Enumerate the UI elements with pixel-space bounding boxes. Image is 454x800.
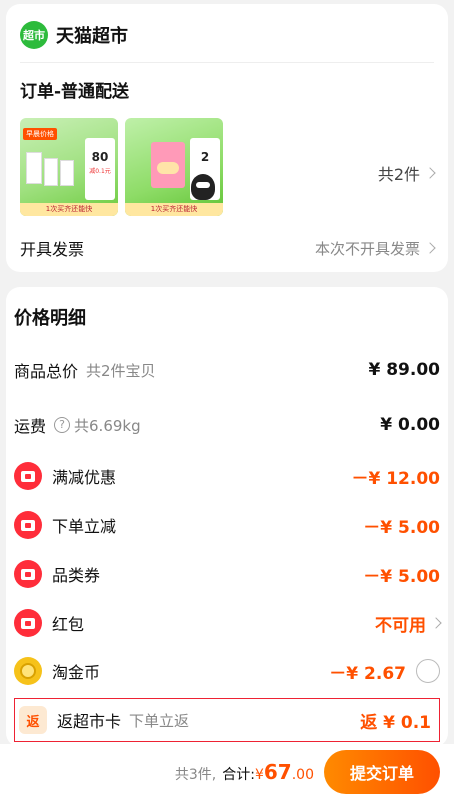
product-thumb-2[interactable]: 2 1次买齐还能快 — [125, 118, 223, 216]
taojinbi-radio[interactable] — [416, 659, 440, 683]
checkout-bar: 共3件, 合计: ¥ 67 .00 提交订单 — [0, 744, 454, 800]
store-header[interactable]: 超市 天猫超市 — [20, 20, 128, 50]
invoice-value-text: 本次不开具发票 — [314, 239, 420, 258]
supermarket-card-label: 返超市卡 — [57, 712, 122, 731]
total-label: 合计: — [222, 767, 255, 783]
total-count: 共3件, — [174, 767, 217, 783]
milk-box-icon — [26, 152, 42, 184]
goods-total-sub: 共2件宝贝 — [86, 361, 156, 380]
ticket-icon — [14, 462, 42, 490]
milk-box-icon — [60, 160, 74, 186]
product-tag: 早晨价格 — [23, 128, 57, 140]
promo-number: 80 — [91, 150, 109, 164]
total-summary: 共3件, 合计: ¥ 67 .00 — [175, 760, 314, 784]
promo-number: 2 — [200, 150, 210, 164]
supermarket-card-sub: 下单立返 — [129, 711, 190, 730]
instant-discount-label: 下单立减 — [52, 517, 117, 536]
red-packet-row[interactable]: 红包 不可用 — [14, 605, 442, 641]
tmall-supermarket-logo-icon: 超市 — [20, 21, 48, 49]
gold-coin-icon — [14, 657, 42, 685]
order-title: 订单-普通配送 — [20, 82, 130, 102]
full-discount-label: 满减优惠 — [52, 468, 117, 487]
total-amount-decimal: .00 — [291, 767, 314, 783]
product-thumbnails[interactable]: 早晨价格 80 减0.1元 1次买齐还能快 2 1次买齐还能快 — [20, 118, 223, 216]
snack-bag-icon — [151, 142, 185, 188]
item-count: 共2件 — [377, 165, 420, 184]
help-icon[interactable]: ? — [54, 417, 71, 433]
product-thumb-1[interactable]: 早晨价格 80 减0.1元 1次买齐还能快 — [20, 118, 118, 216]
full-discount-value: －¥ 12.00 — [351, 468, 440, 489]
coupon-icon — [14, 560, 42, 588]
chevron-right-icon — [424, 167, 436, 179]
invoice-label: 开具发票 — [20, 240, 85, 259]
chevron-right-icon — [430, 617, 442, 629]
category-coupon-row[interactable]: 品类券 －¥ 5.00 — [14, 556, 440, 592]
taojinbi-label: 淘金币 — [52, 663, 101, 682]
instant-discount-value: －¥ 5.00 — [363, 517, 440, 538]
cashback-icon: 返 — [19, 706, 47, 734]
red-packet-icon — [14, 609, 42, 637]
supermarket-card-value: 返 ¥ 0.1 — [360, 712, 431, 733]
price-detail-title: 价格明细 — [14, 308, 86, 329]
goods-total-value: ¥ 89.00 — [368, 360, 440, 380]
taojinbi-row[interactable]: 淘金币 －¥ 2.67 — [14, 653, 440, 689]
product-banner: 1次买齐还能快 — [125, 203, 223, 216]
promo-panel: 80 减0.1元 — [85, 138, 115, 200]
order-card: 超市 天猫超市 订单-普通配送 早晨价格 80 减0.1元 1次买齐还能快 2 … — [6, 4, 448, 272]
goods-total-label: 商品总价 — [14, 362, 79, 381]
shipping-label: 运费 — [14, 417, 47, 436]
invoice-value: 本次不开具发票 — [314, 238, 436, 259]
item-count-link[interactable]: 共2件 — [377, 161, 436, 185]
goods-total-row: 商品总价 共2件宝贝 ¥ 89.00 — [14, 352, 440, 388]
shipping-value: ¥ 0.00 — [380, 415, 440, 435]
instant-discount-icon — [14, 511, 42, 539]
currency-symbol: ¥ — [254, 767, 264, 783]
submit-order-button[interactable]: 提交订单 — [324, 750, 440, 794]
shipping-row: 运费 ? 共6.69kg ¥ 0.00 — [14, 407, 440, 443]
instant-discount-row[interactable]: 下单立减 －¥ 5.00 — [14, 507, 440, 543]
invoice-row[interactable]: 开具发票 本次不开具发票 — [20, 236, 436, 260]
full-discount-row[interactable]: 满减优惠 －¥ 12.00 — [14, 458, 440, 494]
product-banner: 1次买齐还能快 — [20, 203, 118, 216]
category-coupon-label: 品类券 — [52, 566, 101, 585]
total-amount: 67 — [263, 760, 292, 784]
milk-box-icon — [44, 158, 58, 186]
red-packet-value: 不可用 — [375, 615, 426, 636]
red-packet-label: 红包 — [52, 615, 85, 634]
category-coupon-value: －¥ 5.00 — [363, 566, 440, 587]
chevron-right-icon — [424, 242, 436, 254]
taojinbi-value: －¥ 2.67 — [329, 663, 406, 684]
divider — [20, 62, 434, 63]
tmall-cat-mascot-icon — [191, 174, 215, 200]
promo-small: 减0.1元 — [89, 168, 111, 175]
store-name: 天猫超市 — [56, 26, 128, 47]
shipping-weight: 共6.69kg — [74, 416, 141, 435]
supermarket-card-row[interactable]: 返 返超市卡 下单立返 返 ¥ 0.1 — [14, 698, 440, 742]
